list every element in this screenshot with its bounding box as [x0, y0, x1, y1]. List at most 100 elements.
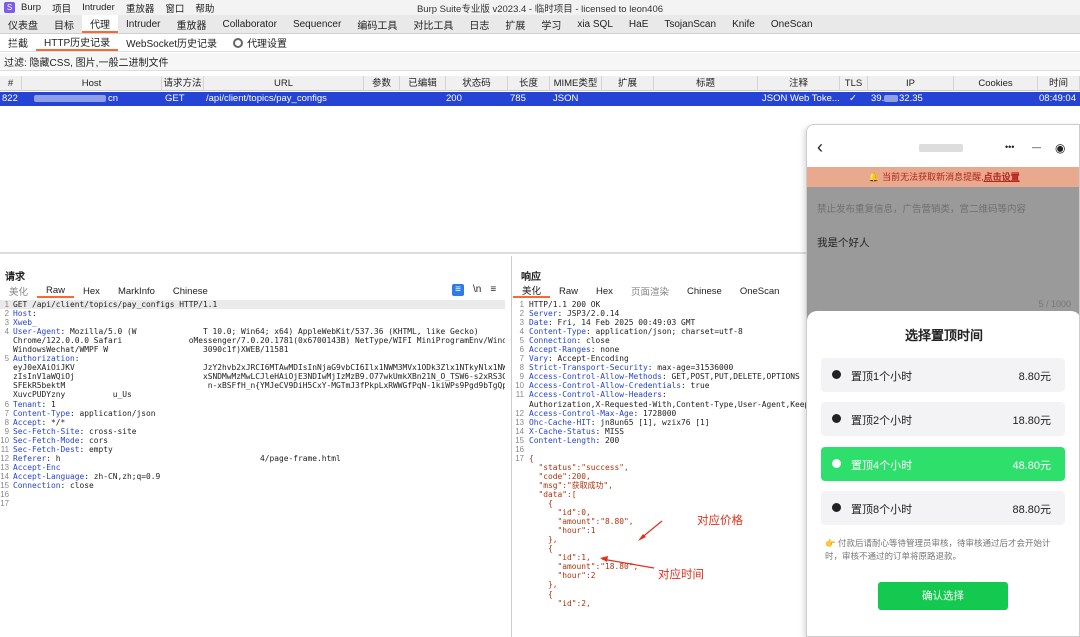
row-time: 08:49:04 — [1039, 93, 1076, 104]
main-tab[interactable]: Collaborator — [214, 15, 284, 33]
tab-resp-chinese[interactable]: Chinese — [678, 284, 731, 298]
main-tab[interactable]: 扩展 — [497, 15, 533, 33]
confirm-button[interactable]: 确认选择 — [878, 582, 1008, 610]
main-tab[interactable]: 对比工具 — [405, 15, 461, 33]
main-tab[interactable]: Sequencer — [285, 15, 349, 33]
col-edited[interactable]: 已编辑 — [400, 76, 446, 91]
menu-burp[interactable]: Burp — [21, 2, 41, 13]
col-mime[interactable]: MIME类型 — [550, 76, 602, 91]
main-tab[interactable]: 编码工具 — [349, 15, 405, 33]
header-key: Authorization — [13, 354, 75, 364]
tab-resp-pretty[interactable]: 美化 — [513, 284, 551, 298]
header-key: Sec-Fetch-Site — [13, 426, 80, 436]
line-number: 2 — [519, 309, 524, 319]
filter-bar[interactable]: 过滤: 隐藏CSS, 图片,一般二进制文件 — [0, 53, 1080, 71]
pin-option-1h[interactable]: 置顶1个小时 8.80元 — [821, 358, 1065, 392]
menu-intruder[interactable]: Intruder — [82, 2, 115, 13]
header-key: Sec-Fetch-Dest — [13, 444, 80, 454]
col-cookies[interactable]: Cookies — [954, 76, 1038, 91]
main-tab[interactable]: OneScan — [763, 15, 821, 33]
col-comment[interactable]: 注释 — [758, 76, 840, 91]
request-editor[interactable]: GET /api/client/topics/pay_configs HTTP/… — [13, 300, 505, 620]
tab-req-raw[interactable]: Raw — [37, 284, 75, 298]
notification-warning: 🔔 当前无法获取新消息提醒,点击设置 — [807, 167, 1079, 187]
main-tab[interactable]: xia SQL — [569, 15, 621, 33]
line-number — [515, 535, 524, 544]
main-tab[interactable]: 目标 — [46, 15, 82, 33]
more-icon[interactable]: ••• — [1005, 142, 1014, 152]
bell-icon: 🔔 — [868, 172, 883, 182]
line-value: : jn8un65 [1], wzix76 [1] — [590, 417, 710, 427]
main-tab[interactable]: 日志 — [461, 15, 497, 33]
table-row[interactable]: 822 cn GET /api/client/topics/pay_config… — [0, 92, 1080, 106]
line-value: : application/json; charset=utf-8 — [586, 327, 743, 337]
tab-websocket-history[interactable]: WebSocket历史记录 — [118, 34, 225, 51]
line-number — [515, 590, 524, 599]
main-tab[interactable]: 重放器 — [168, 15, 214, 33]
line-number — [515, 508, 524, 517]
col-extension[interactable]: 扩展 — [602, 76, 654, 91]
menu-window[interactable]: 窗口 — [165, 1, 184, 15]
col-length[interactable]: 长度 — [508, 76, 550, 91]
tab-resp-raw[interactable]: Raw — [550, 284, 587, 298]
row-num: 822 — [2, 93, 18, 104]
pin-option-2h[interactable]: 置顶2个小时 18.80元 — [821, 402, 1065, 436]
col-method[interactable]: 请求方法 — [162, 76, 204, 91]
menu-icon[interactable]: ≡ — [490, 284, 496, 296]
menu-help[interactable]: 帮助 — [195, 1, 214, 15]
tab-req-hex[interactable]: Hex — [74, 284, 109, 298]
tab-resp-render[interactable]: 页面渲染 — [622, 284, 678, 298]
col-url[interactable]: URL — [204, 76, 364, 91]
main-tab[interactable]: Intruder — [118, 15, 168, 33]
col-time[interactable]: 时间 — [1038, 76, 1080, 91]
code-line: Content-Type: application/json — [13, 409, 505, 418]
tab-proxy-settings[interactable]: 代理设置 — [225, 34, 295, 51]
post-notice: 禁止发布重复信息，广告营销类，宫二维码等内容 — [817, 204, 1027, 215]
code-line: Vary: Accept-Encoding — [529, 354, 806, 363]
tab-http-history[interactable]: HTTP历史记录 — [36, 34, 119, 51]
close-capsule-icon[interactable]: ◉ — [1055, 141, 1065, 155]
code-line: "id":2, — [529, 599, 806, 608]
line-number — [515, 553, 524, 562]
tab-resp-hex[interactable]: Hex — [587, 284, 622, 298]
tab-resp-onescan[interactable]: OneScan — [731, 284, 789, 298]
main-tab[interactable]: TsojanScan — [656, 15, 724, 33]
code-line: Ohc-Cache-HIT: jn8un65 [1], wzix76 [1] — [529, 418, 806, 427]
menu-project[interactable]: 项目 — [52, 1, 71, 15]
minimize-icon[interactable]: — — [1032, 142, 1041, 152]
main-tab[interactable]: Knife — [724, 15, 763, 33]
line-value: "id":1, — [529, 553, 591, 563]
tab-req-markinfo[interactable]: MarkInfo — [109, 284, 164, 298]
main-tab[interactable]: 代理 — [82, 15, 118, 33]
col-status[interactable]: 状态码 — [446, 76, 508, 91]
code-line: Authorization,X-Requested-With,Content-T… — [529, 400, 806, 409]
row-ip-suffix: 32.35 — [899, 93, 923, 104]
code-line: Date: Fri, 14 Feb 2025 00:49:03 GMT — [529, 318, 806, 327]
header-key: Access-Control-Max-Age — [529, 408, 634, 418]
newline-toggle-icon[interactable]: \n — [473, 284, 481, 296]
warning-settings-link[interactable]: 点击设置 — [984, 172, 1020, 182]
request-toolbar: ≡ \n ≡ — [452, 284, 496, 296]
tab-intercept[interactable]: 拦截 — [0, 34, 36, 51]
pin-option-8h[interactable]: 置顶8个小时 88.80元 — [821, 491, 1065, 525]
code-line: Access-Control-Max-Age: 1728000 — [529, 409, 806, 418]
code-line: { — [529, 499, 806, 508]
code-line: Referer: h 4/page-frame.html — [13, 454, 505, 463]
col-tls[interactable]: TLS — [840, 76, 868, 91]
col-params[interactable]: 参数 — [364, 76, 400, 91]
main-tab[interactable]: 仪表盘 — [0, 15, 46, 33]
tab-req-pretty[interactable]: 美化 — [0, 284, 37, 298]
menu-repeater[interactable]: 重放器 — [126, 1, 155, 15]
col-title[interactable]: 标题 — [654, 76, 758, 91]
col-host[interactable]: Host — [22, 76, 162, 91]
col-num[interactable]: # — [0, 76, 22, 91]
code-line: Chrome/122.0.0.0 Safari oMessenger/7.0.2… — [13, 336, 505, 345]
main-tab[interactable]: HaE — [621, 15, 656, 33]
pretty-toggle-icon[interactable]: ≡ — [452, 284, 464, 296]
response-editor[interactable]: HTTP/1.1 200 OK Server: JSP3/2.0.14 Date: … — [529, 300, 806, 637]
tab-req-chinese[interactable]: Chinese — [164, 284, 217, 298]
pin-option-4h[interactable]: 置顶4个小时 48.80元 — [821, 447, 1065, 481]
main-tab[interactable]: 学习 — [533, 15, 569, 33]
col-ip[interactable]: IP — [868, 76, 954, 91]
back-icon[interactable]: ‹ — [817, 137, 823, 158]
